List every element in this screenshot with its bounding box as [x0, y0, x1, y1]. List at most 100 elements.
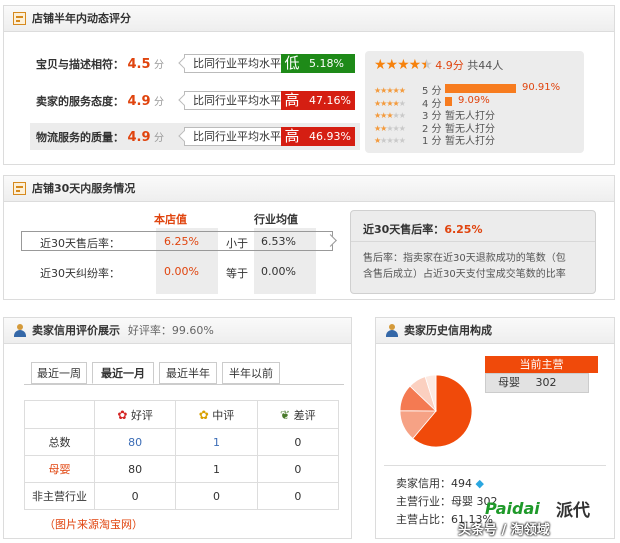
- table-row: 母婴 80 1 0: [24, 455, 340, 483]
- header-neutral: 中评: [212, 408, 235, 422]
- cell-good[interactable]: 80: [93, 428, 177, 456]
- table-row: 非主营行业 0 0 0: [24, 482, 340, 510]
- category-value: 302: [535, 376, 557, 389]
- watermark-caption: 头条号 / 淘领域: [458, 523, 550, 538]
- service-row-store: 0.00%: [164, 265, 199, 278]
- distribution-pct: 90.91%: [522, 82, 561, 93]
- dsr-compare-service: 比同行业平均水平 高 47.16%: [178, 91, 355, 110]
- leaf-icon: ❦: [280, 407, 291, 422]
- dsr-row-unit: 分: [154, 60, 165, 71]
- main-industry: 主营行业：母婴 302: [396, 495, 498, 508]
- dsr-compare-logistics: 比同行业平均水平 高 46.93%: [178, 127, 355, 146]
- dsr-level-badge: 低: [281, 54, 303, 73]
- credit-title: 卖家信用评价展示: [32, 324, 120, 337]
- col-industry-header: 行业均值: [254, 213, 298, 226]
- service-row-industry: 6.53%: [261, 235, 296, 248]
- table-header-row: ✿ 好评 ✿ 中评 ❦ 差评: [24, 400, 340, 429]
- service-row-store: 6.25%: [164, 235, 199, 248]
- credit-pie-chart: [399, 374, 473, 448]
- tab-week[interactable]: 最近一周: [31, 362, 87, 384]
- dsr-summary-line: ★★★★★ 4.9分 共44人: [374, 57, 503, 73]
- service-detail-text: 含售后成立）占近30天支付宝成交笔数的比率: [363, 269, 566, 280]
- cell-neutral[interactable]: 1: [175, 428, 258, 456]
- cell-bad: 0: [256, 482, 340, 510]
- star-row-icon: ★★★★★: [374, 98, 406, 108]
- service-detail-title: 近30天售后率：: [363, 223, 445, 236]
- history-divider: [384, 465, 606, 466]
- star-row-icon: ★★★★★: [374, 136, 406, 145]
- service-detail-box: 近30天售后率：6.25% 售后率：指卖家在近30天退款成功的笔数（包 含售后成…: [350, 210, 596, 294]
- dsr-row-service: 卖家的服务态度： 4.9 分: [36, 93, 164, 109]
- dsr-row-unit: 分: [154, 97, 165, 108]
- watermark-brand-b: 派代: [556, 501, 590, 521]
- cell-good: 0: [93, 482, 177, 510]
- table-row: 总数 80 1 0: [24, 428, 340, 456]
- credit-table: ✿ 好评 ✿ 中评 ❦ 差评 总数 80 1 0 母婴 80 1 0 非主营行业: [24, 400, 340, 510]
- credit-rate: 好评率：99.60%: [127, 324, 214, 337]
- credit-header: 卖家信用评价展示 好评率：99.60%: [4, 318, 351, 344]
- star-row-icon: ★★★★★: [374, 86, 406, 95]
- dsr-pct: 47.16%: [303, 91, 355, 110]
- user-icon: [386, 324, 398, 337]
- dsr-summary-unit: 分: [452, 59, 464, 72]
- col-store-header: 本店值: [154, 213, 187, 226]
- row-label: 非主营行业: [24, 482, 95, 510]
- dsr-title: 店铺半年内动态评分: [32, 12, 131, 25]
- distribution-bar: [445, 96, 452, 106]
- source-note: （图片来源淘宝网）: [44, 518, 143, 531]
- cell-good: 80: [93, 455, 177, 483]
- flower-yellow-icon: ✿: [198, 407, 209, 422]
- cell-bad: 0: [256, 455, 340, 483]
- history-line: 卖家信用：494 ◆: [396, 475, 484, 491]
- row-label: 总数: [24, 428, 95, 456]
- dsr-row-label: 宝贝与描述相符：: [36, 58, 124, 71]
- divider: [351, 241, 595, 242]
- category-name: 母婴: [498, 376, 520, 389]
- service-panel: 店铺30天内服务情况 本店值 行业均值 近30天售后率： 6.25% 小于 6.…: [3, 175, 615, 300]
- header-bad: 差评: [293, 408, 316, 422]
- dsr-summary-score: 4.9: [435, 59, 453, 72]
- tab-half-year[interactable]: 最近半年: [159, 362, 217, 384]
- store-icon: [13, 12, 26, 25]
- seller-credit: 卖家信用：494: [396, 477, 472, 490]
- star-row-icon: ★★★★★: [374, 123, 406, 133]
- dsr-row-label: 卖家的服务态度：: [36, 95, 124, 108]
- dsr-compare-text: 比同行业平均水平: [193, 94, 281, 107]
- tab-before-half-year[interactable]: 半年以前: [222, 362, 280, 384]
- dsr-row-label: 物流服务的质量：: [36, 131, 124, 144]
- service-detail-value: 6.25%: [444, 223, 483, 236]
- credit-panel: 卖家信用评价展示 好评率：99.60% 最近一周 最近一月 最近半年 半年以前 …: [3, 317, 352, 539]
- distribution-pct: 9.09%: [458, 94, 490, 106]
- tab-month[interactable]: 最近一月: [92, 362, 154, 384]
- store-icon: [13, 182, 26, 195]
- star-row-icon: ★★★★★: [374, 111, 406, 120]
- dsr-panel: 店铺半年内动态评分 宝贝与描述相符： 4.5 分 比同行业平均水平 低 5.18…: [3, 5, 615, 165]
- cell-bad: 0: [256, 428, 340, 456]
- dsr-compare-text: 比同行业平均水平: [193, 57, 281, 70]
- distribution-pct: 暂无人打分: [445, 136, 495, 147]
- service-title: 店铺30天内服务情况: [32, 182, 136, 195]
- dsr-row-score: 4.9: [127, 130, 151, 145]
- dsr-compare-text: 比同行业平均水平: [193, 130, 281, 143]
- dsr-compare-describe: 比同行业平均水平 低 5.18%: [178, 54, 355, 73]
- dsr-level-badge: 高: [281, 91, 303, 110]
- watermark-brand-a: Paidai: [485, 499, 540, 518]
- service-row-relation: 等于: [226, 267, 248, 280]
- dsr-pct: 46.93%: [303, 127, 355, 146]
- star-rating-icon: ★★★★★: [374, 57, 433, 73]
- service-header: 店铺30天内服务情况: [4, 176, 614, 202]
- history-title: 卖家历史信用构成: [404, 324, 492, 337]
- dsr-row-logistics: 物流服务的质量： 4.9 分: [36, 129, 164, 145]
- service-detail-text: 售后率：指卖家在近30天退款成功的笔数（包: [363, 253, 566, 264]
- cell-neutral: 1: [175, 455, 258, 483]
- current-main-box: 母婴 302: [485, 373, 589, 393]
- dsr-row-score: 4.9: [127, 94, 151, 109]
- tab-bar-line: [24, 384, 344, 385]
- distribution-label: 1 分: [422, 136, 442, 147]
- distribution-bar: [445, 84, 516, 93]
- dsr-header: 店铺半年内动态评分: [4, 6, 614, 32]
- dsr-row-score: 4.5: [127, 57, 151, 72]
- service-row-label: 近30天售后率：: [40, 237, 120, 250]
- dsr-row-describe: 宝贝与描述相符： 4.5 分: [36, 56, 164, 72]
- dsr-summary-box: ★★★★★ 4.9分 共44人 ★★★★★ 5 分 90.91% ★★★★★ 4 分 9.…: [365, 51, 584, 153]
